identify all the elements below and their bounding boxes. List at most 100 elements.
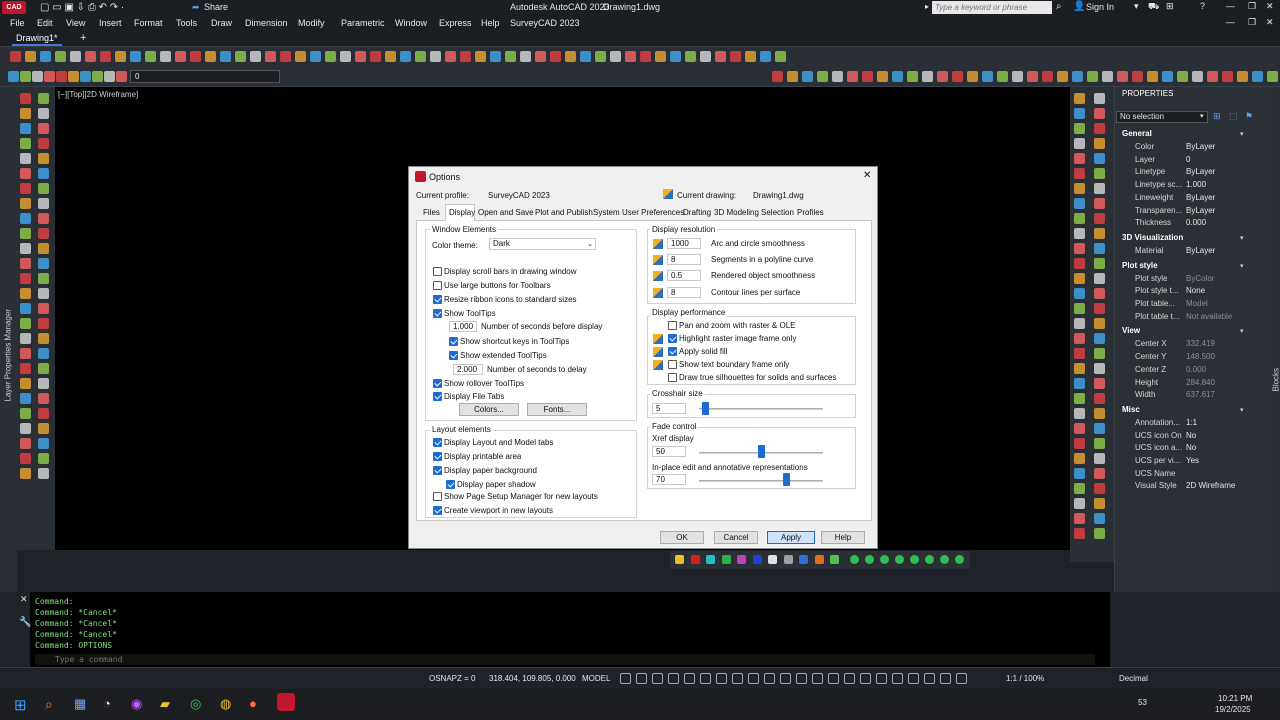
inplace-fade-input[interactable]: 70 xyxy=(652,474,686,485)
inplace-fade-slider[interactable] xyxy=(782,473,790,486)
toolbar-tool-icon[interactable] xyxy=(1094,363,1105,374)
toolbar-tool-icon[interactable] xyxy=(1074,453,1085,464)
toolbar-tool-icon[interactable] xyxy=(655,51,666,62)
toolbar-tool-icon[interactable] xyxy=(20,408,31,419)
toolbar-tool-icon[interactable] xyxy=(700,51,711,62)
status-toggle-icon[interactable] xyxy=(844,673,855,684)
property-value[interactable]: 0.000 xyxy=(1186,218,1206,227)
toolbar-tool-icon[interactable] xyxy=(92,71,103,82)
delay-input[interactable]: 2.000 xyxy=(453,364,483,375)
toolbar-tool-icon[interactable] xyxy=(20,453,31,464)
toolbar-tool-icon[interactable] xyxy=(38,153,49,164)
toolbar-tool-icon[interactable] xyxy=(20,123,31,134)
chrome-icon[interactable]: ◍ xyxy=(220,696,231,712)
toolbar-tool-icon[interactable] xyxy=(1094,513,1105,524)
menu-edit[interactable]: Edit xyxy=(37,18,53,28)
status-toggle-icon[interactable] xyxy=(956,673,967,684)
large-buttons-checkbox[interactable] xyxy=(433,281,442,290)
menu-surveycad[interactable]: SurveyCAD 2023 xyxy=(510,18,580,28)
toolbar-tool-icon[interactable] xyxy=(38,198,49,209)
toolbar-tool-icon[interactable] xyxy=(1074,408,1085,419)
silhouettes-checkbox[interactable] xyxy=(668,373,677,382)
toolbar-tool-icon[interactable] xyxy=(20,93,31,104)
section-misc[interactable]: Misc xyxy=(1122,405,1140,417)
property-value[interactable]: 2D Wireframe xyxy=(1186,481,1235,490)
app-icon[interactable]: ◔ xyxy=(103,696,111,711)
toolbar-tool-icon[interactable] xyxy=(967,71,978,82)
toolbar-tool-icon[interactable] xyxy=(20,138,31,149)
toolbar-tool-icon[interactable] xyxy=(20,303,31,314)
toolbar-tool-icon[interactable] xyxy=(20,423,31,434)
tab-system[interactable]: System xyxy=(593,208,620,217)
toolbar-tool-icon[interactable] xyxy=(20,468,31,479)
autocad-taskbar-icon[interactable] xyxy=(277,693,295,711)
status-toggle-icon[interactable] xyxy=(652,673,663,684)
cancel-button[interactable]: Cancel xyxy=(714,531,758,544)
toolbar-tool-icon[interactable] xyxy=(1074,93,1085,104)
help-icon[interactable]: ? xyxy=(1200,1,1205,11)
toolbar-tool-icon[interactable] xyxy=(38,228,49,239)
contour-lines-input[interactable]: 8 xyxy=(667,287,701,298)
tab-files[interactable]: Files xyxy=(423,208,440,217)
toolbar-tool-icon[interactable] xyxy=(1094,93,1105,104)
command-close-icon[interactable]: ✕ xyxy=(20,594,28,605)
toolbar-tool-icon[interactable] xyxy=(1074,138,1085,149)
toolbar-tool-icon[interactable] xyxy=(1177,71,1188,82)
toolbar-tool-icon[interactable] xyxy=(20,243,31,254)
file-tabs-checkbox[interactable] xyxy=(433,392,442,401)
toolbar-tool-icon[interactable] xyxy=(1102,71,1113,82)
section-general[interactable]: General xyxy=(1122,129,1152,141)
xref-fade-slider[interactable] xyxy=(758,445,765,458)
property-value[interactable]: None xyxy=(1186,286,1205,295)
toolbar-tool-icon[interactable] xyxy=(1057,71,1068,82)
toolbar-tool-icon[interactable] xyxy=(250,51,261,62)
toolbar-tool-icon[interactable] xyxy=(1252,71,1263,82)
toolbar-tool-icon[interactable] xyxy=(760,51,771,62)
toolbar-tool-icon[interactable] xyxy=(640,51,651,62)
toolbar-tool-icon[interactable] xyxy=(1094,153,1105,164)
toolbar-tool-icon[interactable] xyxy=(38,303,49,314)
toolbar-tool-icon[interactable] xyxy=(38,243,49,254)
toolbar-tool-icon[interactable] xyxy=(505,51,516,62)
toolbar-tool-icon[interactable] xyxy=(40,51,51,62)
toolbar-tool-icon[interactable] xyxy=(38,168,49,179)
toolbar-tool-icon[interactable] xyxy=(38,348,49,359)
toolbar-tool-icon[interactable] xyxy=(1074,363,1085,374)
toolbar-tool-icon[interactable] xyxy=(730,51,741,62)
scroll-bars-checkbox[interactable] xyxy=(433,267,442,276)
toolbar-tool-icon[interactable] xyxy=(385,51,396,62)
status-toggle-icon[interactable] xyxy=(828,673,839,684)
collapse-caret-icon[interactable]: ▾ xyxy=(1240,406,1244,414)
snap-toggle-icon[interactable] xyxy=(955,555,964,564)
printable-area-checkbox[interactable] xyxy=(433,452,442,461)
tab-drawing1[interactable]: Drawing1* xyxy=(12,33,62,46)
toolbar-tool-icon[interactable] xyxy=(1072,71,1083,82)
toolbar-tool-icon[interactable] xyxy=(38,363,49,374)
doc-minimize-icon[interactable]: — xyxy=(1226,17,1235,27)
tab-display[interactable]: Display xyxy=(449,208,475,217)
toolbar-tool-icon[interactable] xyxy=(130,51,141,62)
toolbar-tool-icon[interactable] xyxy=(20,108,31,119)
toolbar-tool-icon[interactable] xyxy=(38,438,49,449)
property-value[interactable]: Model xyxy=(1186,299,1208,308)
property-value[interactable]: 148.500 xyxy=(1186,352,1215,361)
crosshair-slider[interactable] xyxy=(702,402,710,415)
toolbar-tool-icon[interactable] xyxy=(1162,71,1173,82)
color-swatch[interactable] xyxy=(814,555,824,564)
toolbar-tool-icon[interactable] xyxy=(38,393,49,404)
toolbar-tool-icon[interactable] xyxy=(1074,348,1085,359)
toolbar-tool-icon[interactable] xyxy=(1147,71,1158,82)
snap-toggle-icon[interactable] xyxy=(850,555,859,564)
units-dropdown[interactable]: Decimal xyxy=(1119,674,1148,683)
toolbar-tool-icon[interactable] xyxy=(772,71,783,82)
toolbar-tool-icon[interactable] xyxy=(982,71,993,82)
color-swatch[interactable] xyxy=(721,555,731,564)
toolbar-tool-icon[interactable] xyxy=(595,51,606,62)
toolbar-tool-icon[interactable] xyxy=(490,51,501,62)
toolbar-tool-icon[interactable] xyxy=(1094,303,1105,314)
toolbar-tool-icon[interactable] xyxy=(1027,71,1038,82)
toolbar-tool-icon[interactable] xyxy=(1074,153,1085,164)
toolbar-tool-icon[interactable] xyxy=(1117,71,1128,82)
colors-button[interactable]: Colors... xyxy=(459,403,519,416)
color-swatch[interactable] xyxy=(706,555,715,564)
